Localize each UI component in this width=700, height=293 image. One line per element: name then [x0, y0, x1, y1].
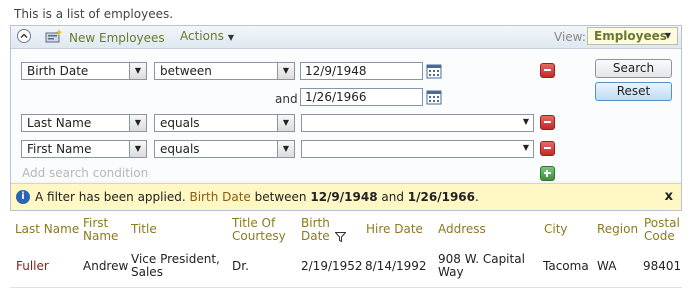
condition-1-value2-input[interactable]: 1/26/1966 [300, 88, 423, 106]
chevron-down-icon: ▼ [227, 33, 234, 42]
filter-suffix: . [475, 190, 479, 204]
info-icon: i [16, 190, 30, 204]
chevron-down-icon: ▼ [129, 115, 146, 131]
close-filter-icon[interactable]: x [665, 189, 673, 204]
filter-message: i A filter has been applied. Birth Date … [11, 183, 681, 210]
new-record-icon [45, 29, 63, 46]
remove-condition-2-icon[interactable] [540, 115, 555, 130]
condition-3-value-combo[interactable]: ▼ [301, 140, 534, 158]
cell-last-name[interactable]: Fuller [16, 260, 49, 273]
column-header-last-name[interactable]: Last Name [15, 223, 79, 236]
remove-condition-3-icon[interactable] [540, 141, 555, 156]
condition-2-operator-value: equals [160, 116, 200, 130]
chevron-down-icon: ▼ [522, 143, 529, 152]
search-button[interactable]: Search [595, 59, 672, 78]
column-header-hire-date[interactable]: Hire Date [366, 223, 423, 236]
page-description: This is a list of employees. [14, 7, 174, 21]
condition-2-field-select[interactable]: Last Name ▼ [21, 114, 147, 132]
chevron-down-icon: ▼ [129, 141, 146, 157]
between-and-label: and [275, 92, 298, 106]
condition-1-field-value: Birth Date [27, 64, 89, 78]
column-header-city[interactable]: City [544, 223, 568, 236]
new-employees-label: New Employees [69, 30, 165, 45]
calendar-icon[interactable] [426, 63, 442, 79]
cell-postal-code: 98401 [643, 259, 682, 273]
condition-2-operator-select[interactable]: equals ▼ [154, 114, 295, 132]
collapse-icon[interactable] [17, 29, 31, 43]
filter-field[interactable]: Birth Date [189, 190, 250, 204]
chevron-down-icon: ▼ [277, 63, 294, 79]
column-header-title-of-courtesy[interactable]: Title Of Courtesy [232, 217, 290, 243]
column-header-address[interactable]: Address [438, 223, 486, 236]
add-search-condition-link[interactable]: Add search condition [22, 166, 148, 180]
cell-title: Vice President, Sales [131, 252, 220, 279]
chevron-down-icon: ▼ [664, 31, 671, 40]
column-header-postal-code[interactable]: Postal Code [644, 217, 684, 243]
search-panel: New Employees Actions ▼ View: Employees ▼… [10, 25, 682, 211]
chevron-down-icon: ▼ [277, 141, 294, 157]
column-header-title[interactable]: Title [131, 223, 157, 236]
condition-2-value-combo[interactable]: ▼ [301, 114, 534, 132]
condition-1-operator-select[interactable]: between ▼ [154, 62, 295, 80]
cell-first-name: Andrew [83, 259, 129, 273]
chevron-down-icon: ▼ [277, 115, 294, 131]
new-employees-button[interactable]: New Employees [45, 29, 165, 46]
condition-1-field-select[interactable]: Birth Date ▼ [21, 62, 147, 80]
cell-city: Tacoma [543, 259, 589, 273]
filter-text: A filter has been applied. Birth Date be… [35, 190, 479, 204]
reset-button[interactable]: Reset [595, 82, 672, 101]
cell-title-of-courtesy: Dr. [232, 259, 249, 273]
cell-region: WA [597, 259, 617, 273]
chevron-down-icon: ▼ [522, 117, 529, 126]
condition-3-field-value: First Name [27, 142, 92, 156]
filter-operator: between [254, 190, 307, 204]
view-value: Employees [594, 29, 667, 43]
cell-hire-date: 8/14/1992 [365, 259, 427, 273]
row-divider [10, 287, 682, 288]
column-header-birth-date-label: Birth Date [301, 216, 330, 243]
condition-2-field-value: Last Name [27, 116, 92, 130]
view-label: View: [554, 30, 586, 44]
filter-prefix: A filter has been applied. [35, 190, 186, 204]
remove-condition-1-icon[interactable] [540, 63, 555, 78]
condition-3-operator-select[interactable]: equals ▼ [154, 140, 295, 158]
filter-and: and [381, 190, 404, 204]
filter-icon [333, 231, 347, 242]
filter-from: 12/9/1948 [310, 190, 378, 204]
view-select[interactable]: Employees ▼ [587, 27, 678, 45]
actions-label: Actions [180, 29, 224, 43]
cell-birth-date: 2/19/1952 [301, 259, 363, 273]
search-form: Birth Date ▼ between ▼ 12/9/1948 and 1/2… [11, 49, 681, 181]
add-condition-icon[interactable] [540, 166, 555, 181]
column-header-first-name[interactable]: First Name [83, 217, 123, 243]
action-bar: New Employees Actions ▼ View: Employees ▼ [11, 26, 681, 49]
calendar-icon[interactable] [426, 89, 442, 105]
column-header-region[interactable]: Region [597, 223, 638, 236]
condition-1-value1-input[interactable]: 12/9/1948 [300, 62, 423, 80]
cell-address: 908 W. Capital Way [438, 252, 525, 279]
condition-3-operator-value: equals [160, 142, 200, 156]
actions-menu[interactable]: Actions ▼ [180, 29, 234, 43]
condition-1-operator-value: between [160, 64, 212, 78]
chevron-down-icon: ▼ [129, 63, 146, 79]
filter-to: 1/26/1966 [407, 190, 476, 204]
column-header-birth-date[interactable]: Birth Date [301, 217, 351, 243]
condition-3-field-select[interactable]: First Name ▼ [21, 140, 147, 158]
